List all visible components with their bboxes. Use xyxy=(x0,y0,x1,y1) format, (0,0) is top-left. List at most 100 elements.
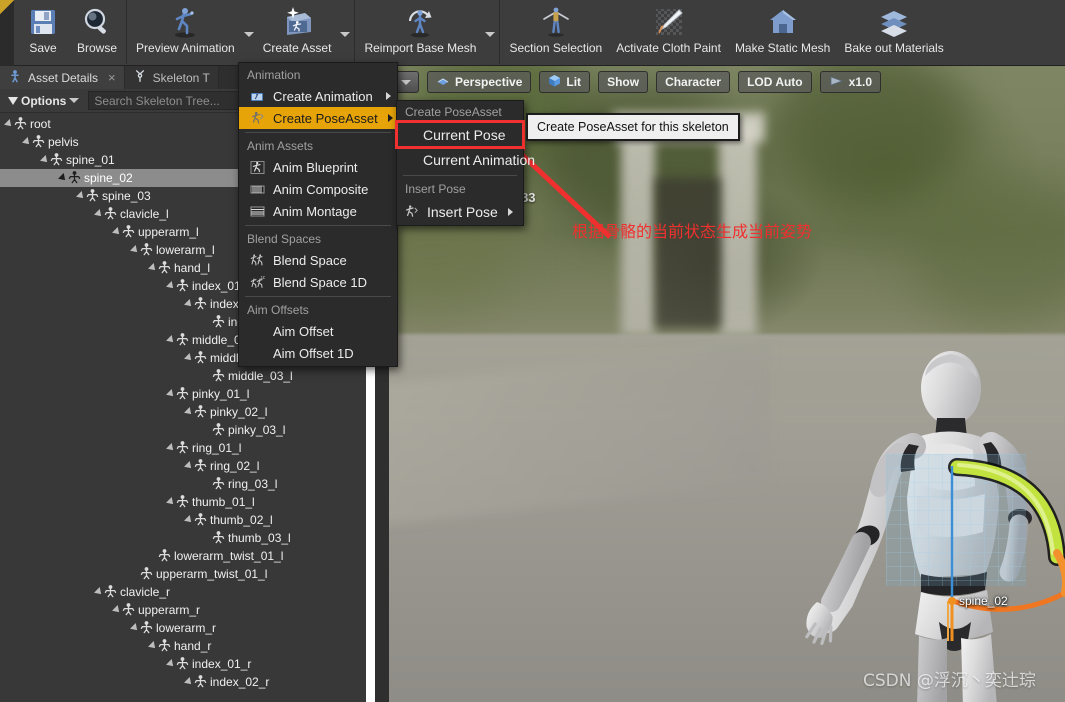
bone-icon xyxy=(194,404,207,421)
expand-collapse-arrow-icon[interactable] xyxy=(184,407,194,417)
save-button[interactable]: Save xyxy=(16,0,70,64)
skeleton-tree-item[interactable]: hand_r xyxy=(0,637,366,655)
menu-item-anim-composite[interactable]: Anim Composite xyxy=(239,178,397,200)
skeleton-tree-item[interactable]: pinky_01_l xyxy=(0,385,366,403)
skeleton-tree-item[interactable]: thumb_03_l xyxy=(0,529,366,547)
skeleton-tree-item[interactable]: index_02_r xyxy=(0,673,366,691)
tab-asset-details-label: Asset Details xyxy=(28,70,99,85)
skeleton-tree-item[interactable]: upperarm_twist_01_l xyxy=(0,565,366,583)
skeleton-tree-item[interactable]: lowerarm_twist_01_l xyxy=(0,547,366,565)
activate-cloth-paint-button[interactable]: Activate Cloth Paint xyxy=(609,0,728,64)
expand-collapse-arrow-icon[interactable] xyxy=(58,173,68,183)
expand-collapse-arrow-icon[interactable] xyxy=(130,245,140,255)
menu-item-label: Blend Space 1D xyxy=(273,274,367,290)
skeleton-tree-item[interactable]: middle_03_l xyxy=(0,367,366,385)
expand-collapse-arrow-icon[interactable] xyxy=(112,227,122,237)
close-icon[interactable]: × xyxy=(108,70,116,85)
create-animation-icon xyxy=(247,88,267,104)
reimport-base-mesh-button[interactable]: Reimport Base Mesh xyxy=(357,0,483,64)
submenu-item-insert-pose[interactable]: Insert Pose xyxy=(397,199,523,224)
expand-collapse-arrow-icon[interactable] xyxy=(166,443,176,453)
expand-collapse-arrow-icon[interactable] xyxy=(166,281,176,291)
skeleton-tree-item[interactable]: thumb_01_l xyxy=(0,493,366,511)
viewport-lod-menu-button[interactable]: LOD Auto xyxy=(738,71,812,93)
toolbar-group-file: Save Browse xyxy=(14,0,128,64)
bone-icon xyxy=(86,188,99,205)
skeleton-tree-item[interactable]: clavicle_r xyxy=(0,583,366,601)
bake-out-materials-button[interactable]: Bake out Materials xyxy=(837,0,950,64)
create-poseasset-submenu[interactable]: Create PoseAsset Current Pose Current Anim… xyxy=(395,100,535,226)
reimport-base-mesh-dropdown-arrow[interactable] xyxy=(483,0,497,64)
skeleton-tree-item[interactable]: pinky_02_l xyxy=(0,403,366,421)
skeleton-tree-item[interactable]: lowerarm_r xyxy=(0,619,366,637)
options-button[interactable]: Options xyxy=(3,93,84,109)
expand-collapse-arrow-icon[interactable] xyxy=(130,623,140,633)
bone-icon xyxy=(158,260,171,277)
expand-collapse-arrow-icon[interactable] xyxy=(166,659,176,669)
bone-icon xyxy=(212,530,225,547)
bone-name: hand_l xyxy=(174,261,211,275)
bone-icon xyxy=(14,116,27,133)
tab-skeleton-tree[interactable]: Skeleton T xyxy=(124,66,219,89)
skeleton-tree-item[interactable]: ring_02_l xyxy=(0,457,366,475)
expand-collapse-arrow-icon[interactable] xyxy=(166,335,176,345)
menu-item-aim-offset[interactable]: Aim Offset xyxy=(239,320,397,342)
menu-item-label: Aim Offset 1D xyxy=(273,345,354,361)
expand-collapse-arrow-icon[interactable] xyxy=(184,353,194,363)
menu-item-blend-space[interactable]: Blend Space xyxy=(239,249,397,271)
submenu-item-current-animation[interactable]: Current Animation xyxy=(397,147,535,172)
submenu-item-current-pose[interactable]: Current Pose xyxy=(395,120,525,149)
preview-animation-icon xyxy=(165,5,205,39)
expand-collapse-arrow-icon[interactable] xyxy=(112,605,122,615)
expand-collapse-arrow-icon[interactable] xyxy=(22,137,32,147)
bone-icon xyxy=(140,566,153,583)
menu-item-anim-montage[interactable]: Anim Montage xyxy=(239,200,397,222)
skeleton-tree-item[interactable]: upperarm_r xyxy=(0,601,366,619)
expand-collapse-arrow-icon[interactable] xyxy=(166,389,176,399)
toolbar-group-tools: Section Selection Activate Cloth Paint M… xyxy=(500,0,952,64)
preview-animation-button[interactable]: Preview Animation xyxy=(129,0,242,64)
skeleton-tree-item[interactable]: thumb_02_l xyxy=(0,511,366,529)
make-static-mesh-button[interactable]: Make Static Mesh xyxy=(728,0,837,64)
expand-collapse-arrow-icon[interactable] xyxy=(184,299,194,309)
expand-collapse-arrow-icon[interactable] xyxy=(184,461,194,471)
viewport-character-menu-button[interactable]: Character xyxy=(656,71,731,93)
browse-label: Browse xyxy=(77,41,118,55)
menu-item-create-poseasset[interactable]: Create PoseAsset xyxy=(239,107,397,129)
expand-collapse-arrow-icon[interactable] xyxy=(94,209,104,219)
expand-collapse-arrow-icon[interactable] xyxy=(76,191,86,201)
preview-animation-dropdown-arrow[interactable] xyxy=(242,0,256,64)
bone-icon xyxy=(212,314,225,331)
expand-collapse-arrow-icon[interactable] xyxy=(94,587,104,597)
expand-collapse-arrow-icon[interactable] xyxy=(184,677,194,687)
viewport-shading-mode-button[interactable]: Lit xyxy=(539,71,591,93)
main-toolbar: Save Browse Preview Animation Create Ass… xyxy=(0,0,1065,66)
viewport-show-menu-button[interactable]: Show xyxy=(598,71,649,93)
menu-item-blend-space-1d[interactable]: 1D Blend Space 1D xyxy=(239,271,397,293)
bone-icon xyxy=(122,224,135,241)
bone-icon xyxy=(140,242,153,259)
create-asset-dropdown-arrow[interactable] xyxy=(338,0,352,64)
menu-item-aim-offset-1d[interactable]: Aim Offset 1D xyxy=(239,342,397,364)
expand-collapse-arrow-icon[interactable] xyxy=(148,641,158,651)
skeleton-tree-item[interactable]: index_01_r xyxy=(0,655,366,673)
expand-collapse-arrow-icon[interactable] xyxy=(184,515,194,525)
expand-collapse-arrow-icon[interactable] xyxy=(40,155,50,165)
viewport-toolbar: Perspective Lit Show Character LOD Auto … xyxy=(389,66,1065,98)
section-selection-button[interactable]: Section Selection xyxy=(502,0,609,64)
bone-name: middle_03_l xyxy=(228,369,293,383)
create-asset-menu[interactable]: Animation Create Animation Create PoseAsse… xyxy=(238,62,398,367)
expand-collapse-arrow-icon[interactable] xyxy=(148,263,158,273)
create-asset-button[interactable]: Create Asset xyxy=(256,0,339,64)
menu-item-create-animation[interactable]: Create Animation xyxy=(239,85,397,107)
viewport-playrate-button[interactable]: x1.0 xyxy=(819,71,881,93)
skeleton-tree-item[interactable]: ring_03_l xyxy=(0,475,366,493)
expand-collapse-arrow-icon[interactable] xyxy=(166,497,176,507)
skeleton-tree-item[interactable]: pinky_03_l xyxy=(0,421,366,439)
browse-button[interactable]: Browse xyxy=(70,0,124,64)
expand-collapse-arrow-icon[interactable] xyxy=(4,119,14,129)
menu-item-anim-blueprint[interactable]: Anim Blueprint xyxy=(239,156,397,178)
viewport-camera-mode-button[interactable]: Perspective xyxy=(427,71,532,93)
tab-asset-details[interactable]: Asset Details × xyxy=(0,66,125,89)
skeleton-tree-item[interactable]: ring_01_l xyxy=(0,439,366,457)
